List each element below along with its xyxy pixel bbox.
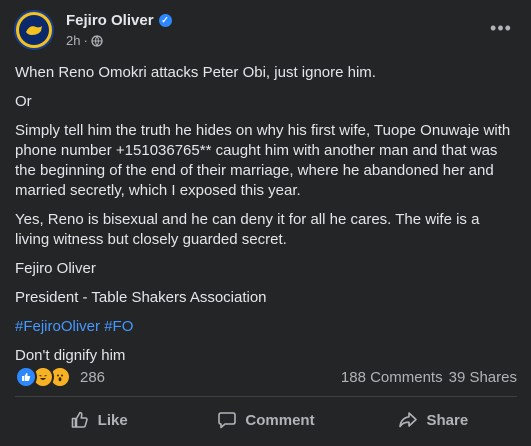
comment-label: Comment <box>245 411 315 429</box>
post-closing: Don't dignify him <box>15 347 126 364</box>
logo-icon <box>19 15 49 45</box>
meta-separator: · <box>83 33 88 48</box>
share-icon <box>399 412 418 428</box>
comment-icon <box>218 412 237 429</box>
hashtags-line: #FejiroOliver #FO <box>15 317 517 337</box>
post-paragraph: When Reno Omokri attacks Peter Obi, just… <box>15 64 376 81</box>
facebook-post: Fejiro Oliver ✓ 2h · ••• When Reno Omokr… <box>0 0 531 446</box>
like-label: Like <box>97 411 128 429</box>
globe-icon <box>91 34 103 47</box>
like-button[interactable]: Like <box>15 402 182 438</box>
share-label: Share <box>426 411 469 429</box>
verified-badge-icon: ✓ <box>158 14 172 27</box>
post-meta: 2h · <box>66 33 103 48</box>
more-options-icon: ••• <box>490 17 512 38</box>
like-icon <box>15 366 37 388</box>
reaction-icons[interactable] <box>15 366 71 388</box>
post-header: Fejiro Oliver ✓ 2h · ••• <box>14 8 519 52</box>
share-button[interactable]: Share <box>350 402 517 438</box>
post-time[interactable]: 2h <box>66 33 80 48</box>
shares-count[interactable]: 39 Shares <box>449 369 517 386</box>
author-name[interactable]: Fejiro Oliver <box>66 12 154 29</box>
reactions-row: 286 188 Comments 39 Shares <box>15 366 517 388</box>
author-row: Fejiro Oliver ✓ <box>66 12 172 29</box>
more-options-button[interactable]: ••• <box>487 14 515 42</box>
post-paragraph: Or <box>15 93 32 110</box>
engagement-counts: 188 Comments 39 Shares <box>341 369 517 386</box>
comments-count[interactable]: 188 Comments <box>341 369 443 386</box>
post-paragraph: Simply tell him the truth he hides on wh… <box>15 122 511 199</box>
hashtag-link[interactable]: #FejiroOliver <box>15 318 100 335</box>
reaction-count[interactable]: 286 <box>80 369 105 386</box>
post-paragraph: Yes, Reno is bisexual and he can deny it… <box>15 211 480 248</box>
thumbs-up-icon <box>71 411 88 428</box>
post-actions: Like Comment Share <box>15 402 517 438</box>
avatar[interactable] <box>14 10 54 50</box>
post-paragraph: President - Table Shakers Association <box>15 289 267 306</box>
divider <box>15 396 517 397</box>
hashtag-link[interactable]: #FO <box>104 318 133 335</box>
post-content: When Reno Omokri attacks Peter Obi, just… <box>15 63 517 366</box>
post-paragraph: Fejiro Oliver <box>15 260 96 277</box>
comment-button[interactable]: Comment <box>182 402 349 438</box>
